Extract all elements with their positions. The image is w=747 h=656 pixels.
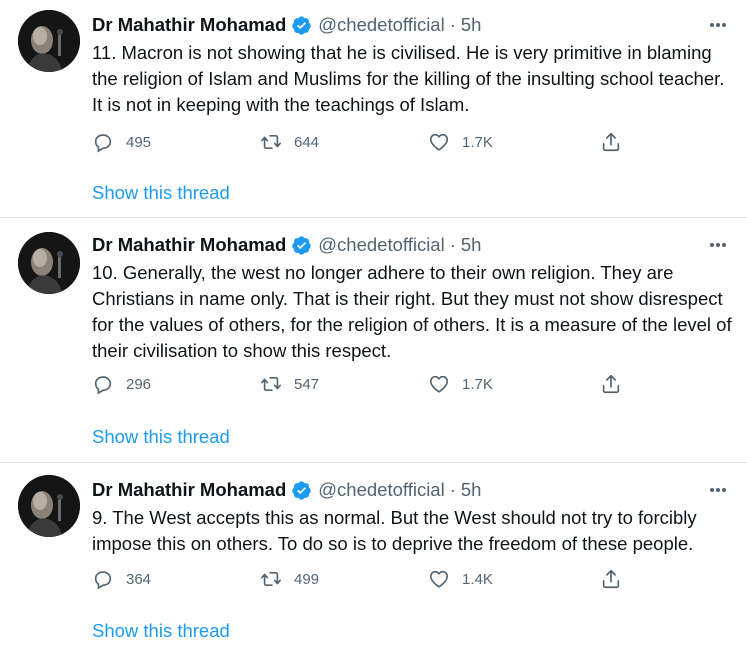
share-button[interactable] (600, 128, 622, 156)
heart-icon (429, 375, 449, 393)
like-button[interactable]: 1.7K (428, 370, 493, 398)
reply-button[interactable]: 495 (92, 128, 151, 156)
like-button[interactable]: 1.4K (428, 565, 493, 593)
reply-icon (94, 571, 112, 590)
tweet-text: 11. Macron is not showing that he is civ… (92, 42, 725, 115)
author-handle[interactable]: @chedetofficial (318, 14, 444, 36)
show-thread-link[interactable]: Show this thread (92, 426, 230, 448)
retweet-button[interactable]: 499 (260, 565, 319, 593)
author-name[interactable]: Dr Mahathir Mohamad (92, 234, 286, 256)
heart-icon (429, 570, 449, 588)
more-options-icon[interactable] (707, 14, 729, 36)
reply-icon (94, 134, 112, 153)
tweet-time[interactable]: 5h (461, 479, 482, 501)
share-icon (602, 569, 620, 589)
tweet-time[interactable]: 5h (461, 14, 482, 36)
verified-badge-icon (292, 235, 311, 255)
retweet-icon (261, 571, 281, 587)
author-handle[interactable]: @chedetofficial (318, 234, 444, 256)
tweet-actions: 495 644 1.7K (92, 128, 652, 156)
retweet-count: 644 (294, 133, 320, 151)
retweet-count: 547 (294, 375, 320, 393)
divider (0, 217, 747, 218)
separator-dot: · (449, 479, 456, 500)
show-thread-link[interactable]: Show this thread (92, 620, 230, 642)
reply-button[interactable]: 296 (92, 370, 151, 398)
retweet-icon (261, 376, 281, 392)
tweet-text: 9. The West accepts this as normal. But … (92, 507, 697, 554)
more-options-icon[interactable] (707, 234, 729, 256)
avatar[interactable] (18, 10, 80, 72)
share-icon (602, 132, 620, 152)
reply-count: 296 (126, 375, 152, 393)
retweet-button[interactable]: 547 (260, 370, 319, 398)
avatar[interactable] (18, 232, 80, 294)
tweet[interactable]: Dr Mahathir Mohamad @chedetofficial · 5h… (0, 0, 747, 217)
show-thread-link[interactable]: Show this thread (92, 182, 230, 204)
verified-badge-icon (292, 480, 311, 500)
retweet-button[interactable]: 644 (260, 128, 319, 156)
share-icon (602, 374, 620, 394)
retweet-icon (261, 134, 281, 150)
reply-count: 364 (126, 570, 152, 588)
tweet-time[interactable]: 5h (461, 234, 482, 256)
divider (0, 462, 747, 463)
like-count: 1.4K (462, 570, 493, 588)
like-count: 1.7K (462, 375, 493, 393)
tweet-actions: 364 499 1.4K (92, 565, 652, 593)
reply-icon (94, 376, 112, 395)
like-button[interactable]: 1.7K (428, 128, 493, 156)
separator-dot: · (449, 14, 456, 35)
tweet-actions: 296 547 1.7K (92, 370, 652, 398)
tweet[interactable]: Dr Mahathir Mohamad @chedetofficial · 5h… (0, 220, 747, 462)
more-options-icon[interactable] (707, 479, 729, 501)
heart-icon (429, 133, 449, 151)
reply-count: 495 (126, 133, 152, 151)
share-button[interactable] (600, 370, 622, 398)
author-handle[interactable]: @chedetofficial (318, 479, 444, 501)
share-button[interactable] (600, 565, 622, 593)
reply-button[interactable]: 364 (92, 565, 151, 593)
separator-dot: · (449, 234, 456, 255)
retweet-count: 499 (294, 570, 320, 588)
like-count: 1.7K (462, 133, 493, 151)
avatar[interactable] (18, 475, 80, 537)
tweet-text: 10. Generally, the west no longer adhere… (92, 262, 732, 361)
verified-badge-icon (292, 15, 311, 35)
author-name[interactable]: Dr Mahathir Mohamad (92, 479, 286, 501)
tweet[interactable]: Dr Mahathir Mohamad @chedetofficial · 5h… (0, 465, 747, 656)
author-name[interactable]: Dr Mahathir Mohamad (92, 14, 286, 36)
